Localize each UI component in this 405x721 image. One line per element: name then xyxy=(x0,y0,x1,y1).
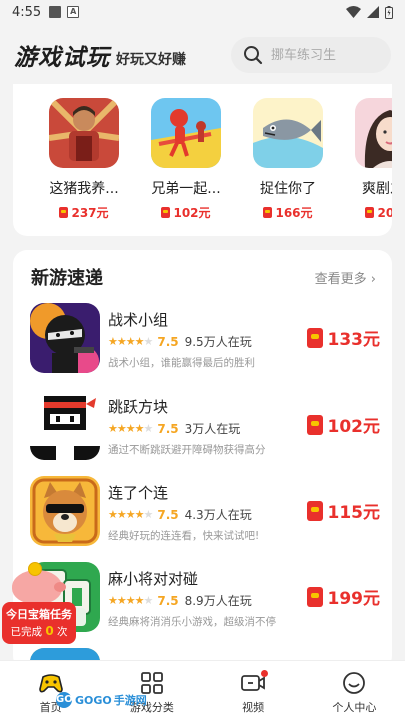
game-icon-jump-block xyxy=(30,390,100,460)
rating-score: 7.5 xyxy=(157,421,179,436)
game-name: 麻小将对对碰 xyxy=(108,570,199,588)
players-count: 9.5万人在玩 xyxy=(184,335,252,349)
profile-smile-icon xyxy=(343,672,366,694)
task-progress: 已完成 0 次 xyxy=(10,624,68,638)
status-bar: 4:55 A xyxy=(0,0,405,24)
red-packet-icon xyxy=(161,207,171,218)
game-row[interactable]: 连了个连 ★★★★★ 7.5 4.3万人在玩 经典好玩的连连看，快来试试吧! 1… xyxy=(30,476,380,546)
game-reward[interactable]: 199元 xyxy=(306,584,380,609)
rating-stars: ★★★★★ xyxy=(108,422,153,435)
notification-icon xyxy=(49,6,62,18)
game-icon-tactical-squad xyxy=(30,303,100,373)
game-icon-dog-match xyxy=(30,476,100,546)
task-title: 今日宝箱任务 xyxy=(6,608,72,621)
game-desc: 战术小组，谁能赢得最后的胜利 xyxy=(108,357,255,369)
page-header: 游戏试玩 好玩又好赚 xyxy=(0,24,405,86)
game-meta: ★★★★★ 7.5 4.3万人在玩 xyxy=(108,506,252,523)
game-meta: ★★★★★ 7.5 8.9万人在玩 xyxy=(108,592,252,609)
red-packet-icon xyxy=(306,327,323,348)
search-icon xyxy=(244,46,263,65)
battery-icon xyxy=(385,5,393,19)
page-subtitle: 好玩又好赚 xyxy=(116,52,186,68)
see-more-link[interactable]: 查看更多 › xyxy=(315,268,376,287)
top-game-name: 爽剧之王 xyxy=(362,181,392,197)
top-game-item[interactable]: 兄弟一起... 102元 xyxy=(135,98,237,221)
nav-profile[interactable]: 个人中心 xyxy=(304,661,405,721)
top-game-name: 捉住你了 xyxy=(260,181,316,197)
top-game-name: 兄弟一起... xyxy=(151,181,221,197)
daily-chest-task[interactable]: 今日宝箱任务 已完成 0 次 xyxy=(2,562,76,646)
game-icon-fish xyxy=(253,98,323,168)
task-box: 今日宝箱任务 已完成 0 次 xyxy=(2,602,76,644)
players-count: 4.3万人在玩 xyxy=(184,508,252,522)
red-packet-icon xyxy=(59,207,69,218)
game-desc: 经典麻将消消乐小游戏，超级消不停 xyxy=(108,616,276,628)
game-reward[interactable]: 115元 xyxy=(306,498,380,523)
top-game-reward: 166元 xyxy=(263,204,313,221)
nav-categories[interactable]: 游戏分类 xyxy=(101,661,202,721)
game-icon-runner xyxy=(151,98,221,168)
rating-score: 7.5 xyxy=(157,593,179,608)
red-packet-icon xyxy=(365,207,375,218)
game-reward[interactable]: 133元 xyxy=(306,325,380,350)
red-packet-icon xyxy=(263,207,273,218)
piggy-bank-icon xyxy=(12,562,66,604)
status-time: 4:55 xyxy=(12,4,42,20)
players-count: 3万人在玩 xyxy=(184,422,241,436)
top-game-item[interactable]: 这猪我养... 237元 xyxy=(33,98,135,221)
game-row[interactable]: 跳跃方块 ★★★★★ 7.5 3万人在玩 通过不断跳跃避开障碍物获得高分 102… xyxy=(30,390,380,460)
page-title: 游戏试玩 xyxy=(14,45,110,71)
top-games-card: 这猪我养... 237元 兄弟一起... 102元 捉住你了 166元 爽剧 2… xyxy=(13,84,392,236)
watermark-logo: GO GOGO 手游网 xyxy=(56,692,147,708)
search-input[interactable] xyxy=(271,47,381,63)
game-name: 战术小组 xyxy=(108,311,169,329)
top-game-reward: 203元 xyxy=(365,204,392,221)
top-game-name: 这猪我养... xyxy=(49,181,119,197)
game-desc: 经典好玩的连连看，快来试试吧! xyxy=(108,530,260,542)
game-name: 跳跃方块 xyxy=(108,398,169,416)
game-meta: ★★★★★ 7.5 3万人在玩 xyxy=(108,420,240,437)
nav-video[interactable]: 视频 xyxy=(203,661,304,721)
game-reward[interactable]: 102元 xyxy=(306,412,380,437)
wifi-icon xyxy=(346,6,361,18)
game-icon-pig-farmer xyxy=(49,98,119,168)
signal-icon xyxy=(367,6,379,18)
notification-dot xyxy=(260,670,268,677)
nav-home[interactable]: 首页 xyxy=(0,661,101,721)
game-meta: ★★★★★ 7.5 9.5万人在玩 xyxy=(108,333,252,350)
red-packet-icon xyxy=(306,586,323,607)
rating-stars: ★★★★★ xyxy=(108,508,153,521)
app-notification-icon: A xyxy=(67,6,80,18)
top-game-reward: 102元 xyxy=(161,204,211,221)
red-packet-icon xyxy=(306,414,323,435)
top-game-item[interactable]: 捉住你了 166元 xyxy=(237,98,339,221)
search-bar[interactable] xyxy=(231,37,391,73)
rating-score: 7.5 xyxy=(157,507,179,522)
game-name: 连了个连 xyxy=(108,484,169,502)
rating-stars: ★★★★★ xyxy=(108,335,153,348)
rating-stars: ★★★★★ xyxy=(108,594,153,607)
bottom-nav: 首页 游戏分类 视频 个人中心 xyxy=(0,660,405,721)
top-game-reward: 237元 xyxy=(59,204,109,221)
section-title: 新游速递 xyxy=(31,268,103,289)
game-icon-drama-girl xyxy=(355,98,392,168)
red-packet-icon xyxy=(306,500,323,521)
top-game-item[interactable]: 爽剧之王 203元 xyxy=(339,98,392,221)
rating-score: 7.5 xyxy=(157,334,179,349)
game-row[interactable]: 战术小组 ★★★★★ 7.5 9.5万人在玩 战术小组，谁能赢得最后的胜利 13… xyxy=(30,303,380,373)
game-desc: 通过不断跳跃避开障碍物获得高分 xyxy=(108,444,266,456)
players-count: 8.9万人在玩 xyxy=(184,594,252,608)
game-row[interactable]: 麻小将对对碰 ★★★★★ 7.5 8.9万人在玩 经典麻将消消乐小游戏，超级消不… xyxy=(30,562,380,632)
